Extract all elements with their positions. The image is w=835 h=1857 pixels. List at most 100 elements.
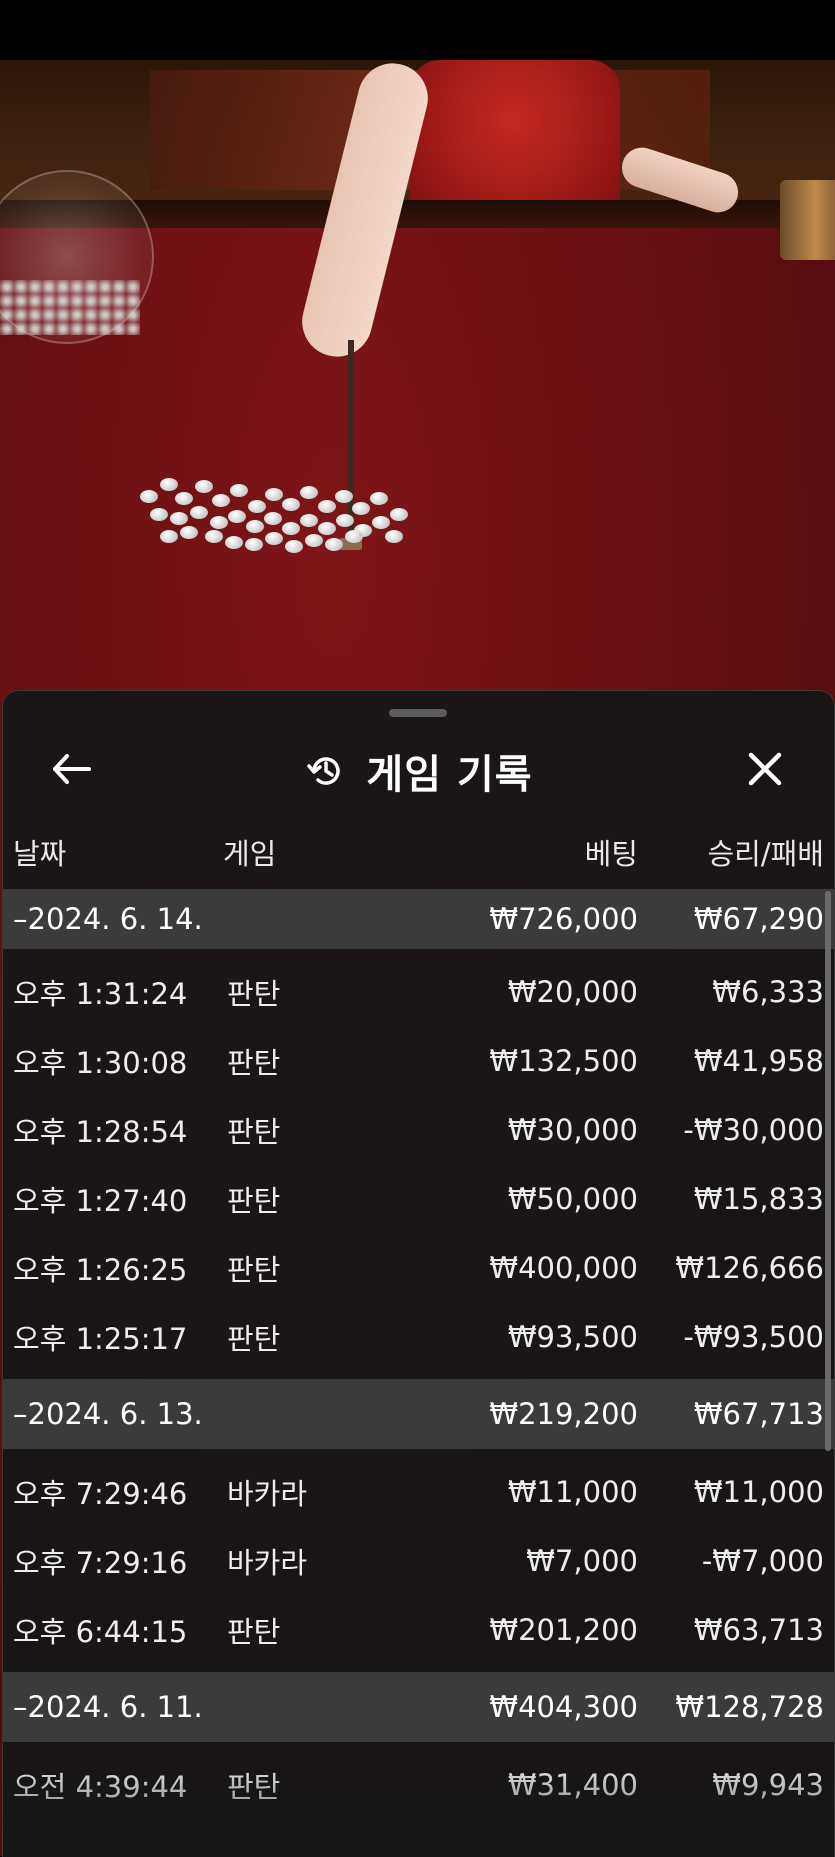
row-game: 판탄	[227, 1114, 281, 1149]
stone	[265, 488, 283, 501]
scrollbar[interactable]	[825, 891, 831, 1451]
group-bet-total: ₩219,200	[489, 1397, 638, 1431]
history-row[interactable]: 오전 4:39:44 판탄 ₩31,400 ₩9,943	[3, 1750, 834, 1819]
row-win-loss: ₩11,000	[693, 1474, 824, 1509]
column-win-loss: 승리/패배	[707, 837, 825, 871]
row-time: 오후 1:31:24	[13, 976, 188, 1011]
stone	[325, 538, 343, 551]
row-bet: ₩50,000	[507, 1181, 638, 1216]
stone	[205, 530, 223, 543]
row-win-loss: ₩15,833	[693, 1181, 824, 1216]
row-win-loss: -₩30,000	[683, 1112, 824, 1147]
row-bet: ₩132,500	[489, 1043, 638, 1078]
row-bet: ₩93,500	[507, 1319, 638, 1354]
row-bet: ₩201,200	[489, 1612, 638, 1647]
game-history-panel: 게임 기록 날짜 게임 베팅 승리/패배 –2024. 6. 14. ₩726,…	[2, 690, 835, 1857]
date-group-row[interactable]: –2024. 6. 11. ₩404,300 ₩128,728	[3, 1672, 834, 1742]
group-win-loss-total: ₩67,290	[693, 902, 824, 936]
row-time: 오후 6:44:15	[13, 1614, 188, 1649]
stone	[335, 490, 353, 503]
group-bet-total: ₩404,300	[489, 1690, 638, 1724]
stone	[385, 530, 403, 543]
stone	[230, 484, 248, 497]
history-row[interactable]: 오후 1:25:17 판탄 ₩93,500 -₩93,500	[3, 1302, 834, 1371]
row-time: 오후 1:28:54	[13, 1114, 188, 1149]
stone	[212, 494, 230, 507]
stone	[180, 526, 198, 539]
row-bet: ₩11,000	[507, 1474, 638, 1509]
row-spacer	[3, 1371, 834, 1379]
history-row[interactable]: 오후 1:27:40 판탄 ₩50,000 ₩15,833	[3, 1164, 834, 1233]
group-date: –2024. 6. 11.	[13, 1690, 203, 1724]
title-group: 게임 기록	[3, 731, 834, 811]
history-row[interactable]: 오후 1:28:54 판탄 ₩30,000 -₩30,000	[3, 1095, 834, 1164]
stone	[285, 540, 303, 553]
row-game: 판탄	[227, 1252, 281, 1287]
row-spacer	[3, 949, 834, 957]
row-game: 바카라	[227, 1476, 308, 1511]
date-group-row[interactable]: –2024. 6. 14. ₩726,000 ₩67,290	[3, 889, 834, 949]
row-bet: ₩31,400	[507, 1767, 638, 1802]
history-row[interactable]: 오후 7:29:16 바카라 ₩7,000 -₩7,000	[3, 1526, 834, 1595]
row-game: 판탄	[227, 976, 281, 1011]
row-time: 오후 1:27:40	[13, 1183, 188, 1218]
stone	[248, 500, 266, 513]
history-row[interactable]: 오후 1:26:25 판탄 ₩400,000 ₩126,666	[3, 1233, 834, 1302]
stone	[345, 530, 363, 543]
close-button[interactable]	[735, 741, 795, 801]
history-row[interactable]: 오후 1:31:24 판탄 ₩20,000 ₩6,333	[3, 957, 834, 1026]
history-row[interactable]: 오후 1:30:08 판탄 ₩132,500 ₩41,958	[3, 1026, 834, 1095]
arrow-left-icon	[49, 747, 93, 795]
row-time: 오후 7:29:16	[13, 1545, 188, 1580]
group-date: –2024. 6. 13.	[13, 1397, 203, 1431]
jar-stones	[0, 280, 140, 335]
row-game: 바카라	[227, 1545, 308, 1580]
stone	[175, 492, 193, 505]
stone	[160, 478, 178, 491]
stone	[372, 516, 390, 529]
row-spacer	[3, 1742, 834, 1750]
back-button[interactable]	[41, 741, 101, 801]
panel-title: 게임 기록	[366, 752, 533, 798]
stone	[336, 514, 354, 527]
group-date: –2024. 6. 14.	[13, 902, 203, 936]
row-win-loss: ₩126,666	[675, 1250, 824, 1285]
row-game: 판탄	[227, 1321, 281, 1356]
row-win-loss: -₩7,000	[701, 1543, 824, 1578]
status-bar	[0, 0, 835, 60]
stone	[228, 510, 246, 523]
row-win-loss: ₩9,943	[712, 1767, 824, 1802]
stone	[300, 514, 318, 527]
row-win-loss: ₩41,958	[693, 1043, 824, 1078]
row-spacer	[3, 1664, 834, 1672]
group-bet-total: ₩726,000	[489, 902, 638, 936]
row-game: 판탄	[227, 1614, 281, 1649]
row-time: 오전 4:39:44	[13, 1769, 188, 1804]
row-bet: ₩7,000	[526, 1543, 638, 1578]
brass-cup	[780, 180, 835, 260]
stone	[282, 522, 300, 535]
row-spacer	[3, 1819, 834, 1827]
history-row[interactable]: 오후 7:29:46 바카라 ₩11,000 ₩11,000	[3, 1457, 834, 1526]
row-bet: ₩30,000	[507, 1112, 638, 1147]
history-row[interactable]: 오후 6:44:15 판탄 ₩201,200 ₩63,713	[3, 1595, 834, 1664]
stone	[140, 490, 158, 503]
stone	[300, 486, 318, 499]
row-time: 오후 1:30:08	[13, 1045, 188, 1080]
row-time: 오후 7:29:46	[13, 1476, 188, 1511]
row-win-loss: ₩63,713	[693, 1612, 824, 1647]
stone	[210, 516, 228, 529]
date-group-row[interactable]: –2024. 6. 13. ₩219,200 ₩67,713	[3, 1379, 834, 1449]
column-bet: 베팅	[584, 837, 638, 871]
row-win-loss: -₩93,500	[683, 1319, 824, 1354]
row-time: 오후 1:25:17	[13, 1321, 188, 1356]
stone	[225, 536, 243, 549]
drag-handle[interactable]	[389, 709, 447, 717]
history-icon	[304, 749, 348, 793]
group-win-loss-total: ₩128,728	[675, 1690, 824, 1724]
stone	[305, 534, 323, 547]
stone	[282, 498, 300, 511]
group-win-loss-total: ₩67,713	[693, 1397, 824, 1431]
stone	[170, 512, 188, 525]
stone	[195, 480, 213, 493]
